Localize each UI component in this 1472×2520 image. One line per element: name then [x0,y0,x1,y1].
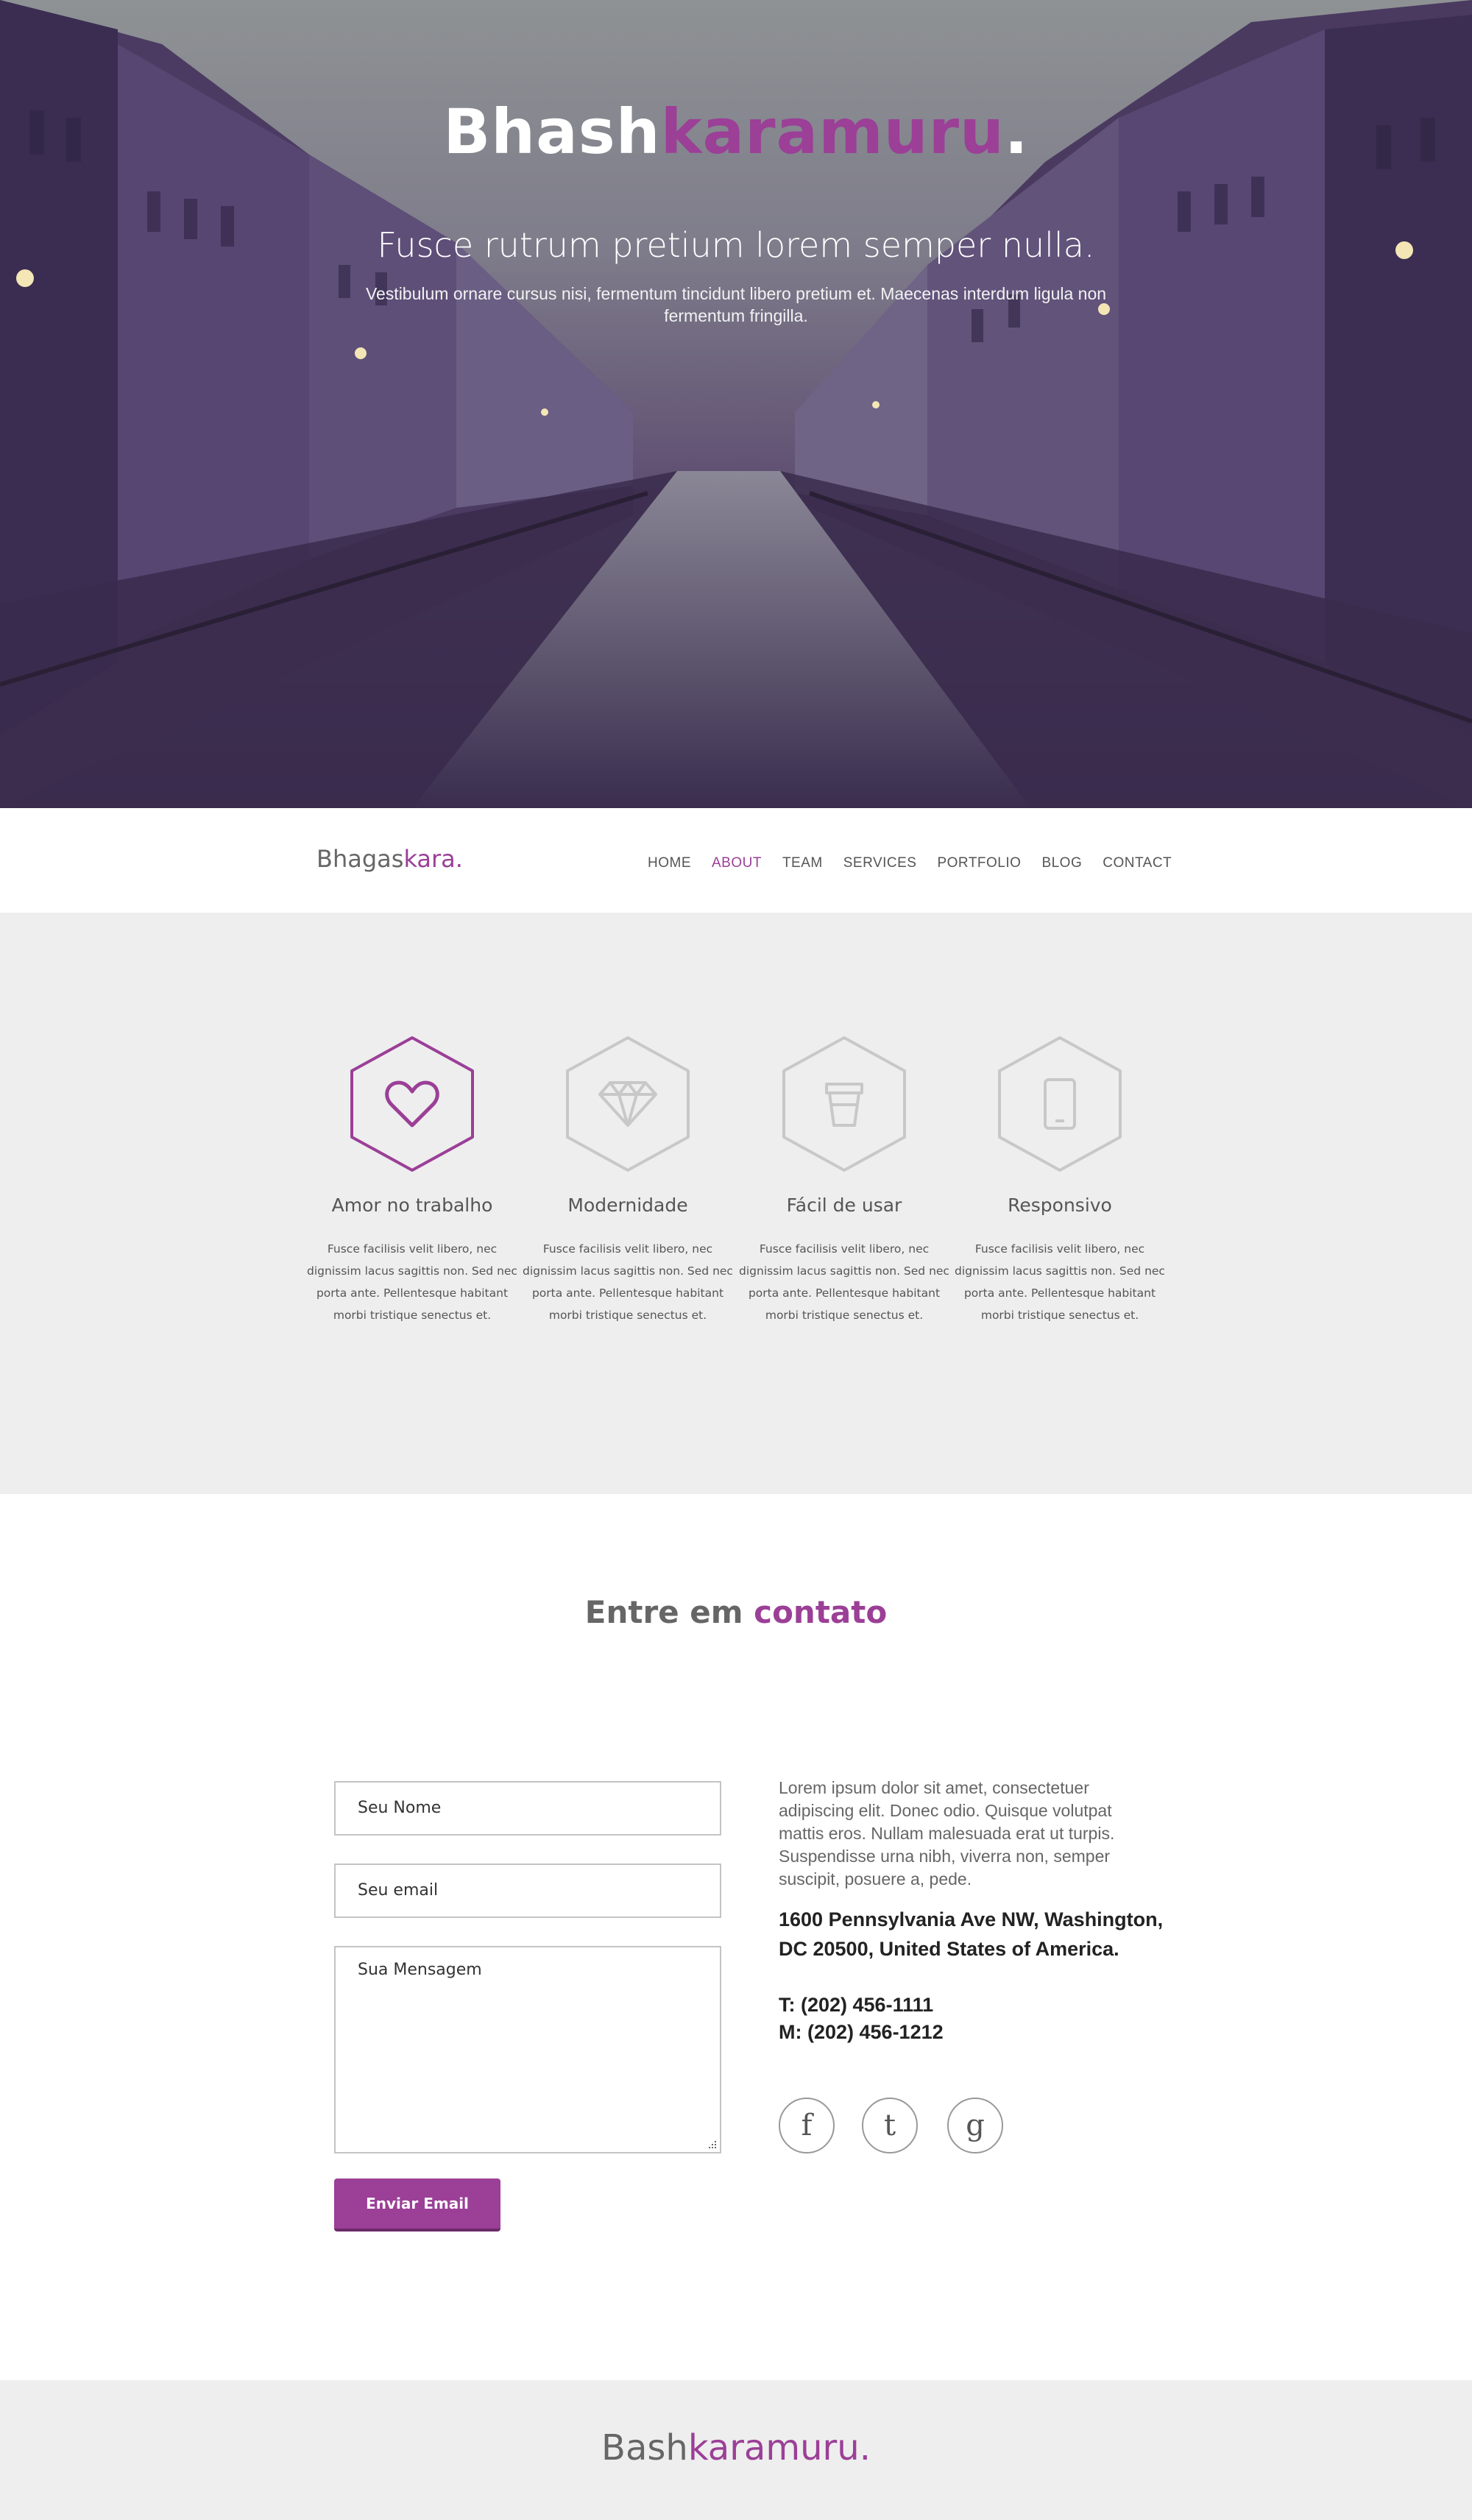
contact-title: Entre em contato [0,1594,1472,1630]
footer-logo-purple: karamuru [687,2427,860,2468]
cup-icon [782,1036,906,1172]
twitter-icon[interactable]: t [862,2098,918,2153]
hero-title-purple: karamuru [660,96,1005,168]
email-input[interactable]: Seu email [334,1864,721,1918]
contact-title-purple: contato [754,1594,888,1630]
heart-icon [350,1036,474,1172]
contact-title-gray: Entre em [584,1594,743,1630]
contact-info-text: Lorem ipsum dolor sit amet, consectetuer… [779,1778,1115,1889]
nav-logo-gray: Bhagas [316,845,404,873]
phone-m: M: (202) 456-1212 [779,2021,944,2043]
hero-subtitle: Fusce rutrum pretium lorem semper nulla. [377,225,1095,265]
feature-text: Fusce facilisis velit libero, nec dignis… [307,1242,517,1322]
message-placeholder: Sua Mensagem [358,1961,482,1979]
feature-title: Amor no trabalho [331,1194,493,1216]
hero-section: Bhashkaramuru. Fusce rutrum pretium lore… [0,0,1472,808]
hero-title: Bhashkaramuru. [0,96,1472,168]
footer-logo-dot: . [859,2427,871,2468]
feature-text: Fusce facilisis velit libero, nec dignis… [739,1242,949,1322]
nav-logo-purple: kara [403,845,456,873]
message-textarea[interactable]: Sua Mensagem [334,1946,721,2153]
feature-title: Responsivo [1008,1194,1112,1216]
navigation-bar: Bhagaskara. HOME ABOUT TEAM SERVICES POR… [0,808,1472,913]
diamond-icon [566,1036,690,1172]
feature-card: Fácil de usar Fusce facilisis velit libe… [734,1034,955,1326]
nav-link-contact[interactable]: CONTACT [1103,855,1172,871]
feature-text: Fusce facilisis velit libero, nec dignis… [955,1242,1165,1322]
nav-link-portfolio[interactable]: PORTFOLIO [937,855,1021,871]
contact-phones: T: (202) 456-1111 M: (202) 456-1212 [779,1992,1191,2046]
feature-title: Modernidade [567,1194,688,1216]
feature-card: Responsivo Fusce facilisis velit libero,… [949,1034,1170,1326]
nav-link-home[interactable]: HOME [648,855,691,871]
feature-card: Modernidade Fusce facilisis velit libero… [517,1034,738,1326]
phone-t: T: (202) 456-1111 [779,1994,934,2016]
features-section: Amor no trabalho Fusce facilisis velit l… [0,913,1472,1494]
feature-title: Fácil de usar [786,1194,902,1216]
nav-links: HOME ABOUT TEAM SERVICES PORTFOLIO BLOG … [648,855,1192,871]
google-icon[interactable]: g [947,2098,1003,2153]
nav-logo-dot: . [455,845,463,873]
resize-grip-icon[interactable] [708,2140,717,2149]
address-line: 1600 Pennsylvania Ave NW, Washington, [779,1908,1164,1930]
feature-text: Fusce facilisis velit libero, nec dignis… [523,1242,733,1322]
footer-logo-gray: Bash [601,2427,688,2468]
footer: Bashkaramuru. [0,2380,1472,2520]
nav-link-services[interactable]: SERVICES [843,855,917,871]
facebook-icon[interactable]: f [779,2098,835,2153]
nav-logo[interactable]: Bhagaskara. [316,845,463,873]
phone-icon [998,1036,1122,1172]
footer-logo[interactable]: Bashkaramuru. [0,2427,1472,2468]
address-line: DC 20500, United States of America. [779,1938,1119,1960]
contact-address: 1600 Pennsylvania Ave NW, Washington, DC… [779,1905,1191,1964]
nav-link-blog[interactable]: BLOG [1041,855,1082,871]
name-input[interactable]: Seu Nome [334,1781,721,1836]
nav-link-team[interactable]: TEAM [782,855,823,871]
hero-title-dot: . [1004,96,1029,168]
hero-title-white: Bhash [443,96,661,168]
send-email-button[interactable]: Enviar Email [334,2179,500,2231]
hero-description: Vestibulum ornare cursus nisi, fermentum… [365,284,1107,325]
nav-link-about[interactable]: ABOUT [712,855,762,871]
feature-card: Amor no trabalho Fusce facilisis velit l… [302,1034,523,1326]
